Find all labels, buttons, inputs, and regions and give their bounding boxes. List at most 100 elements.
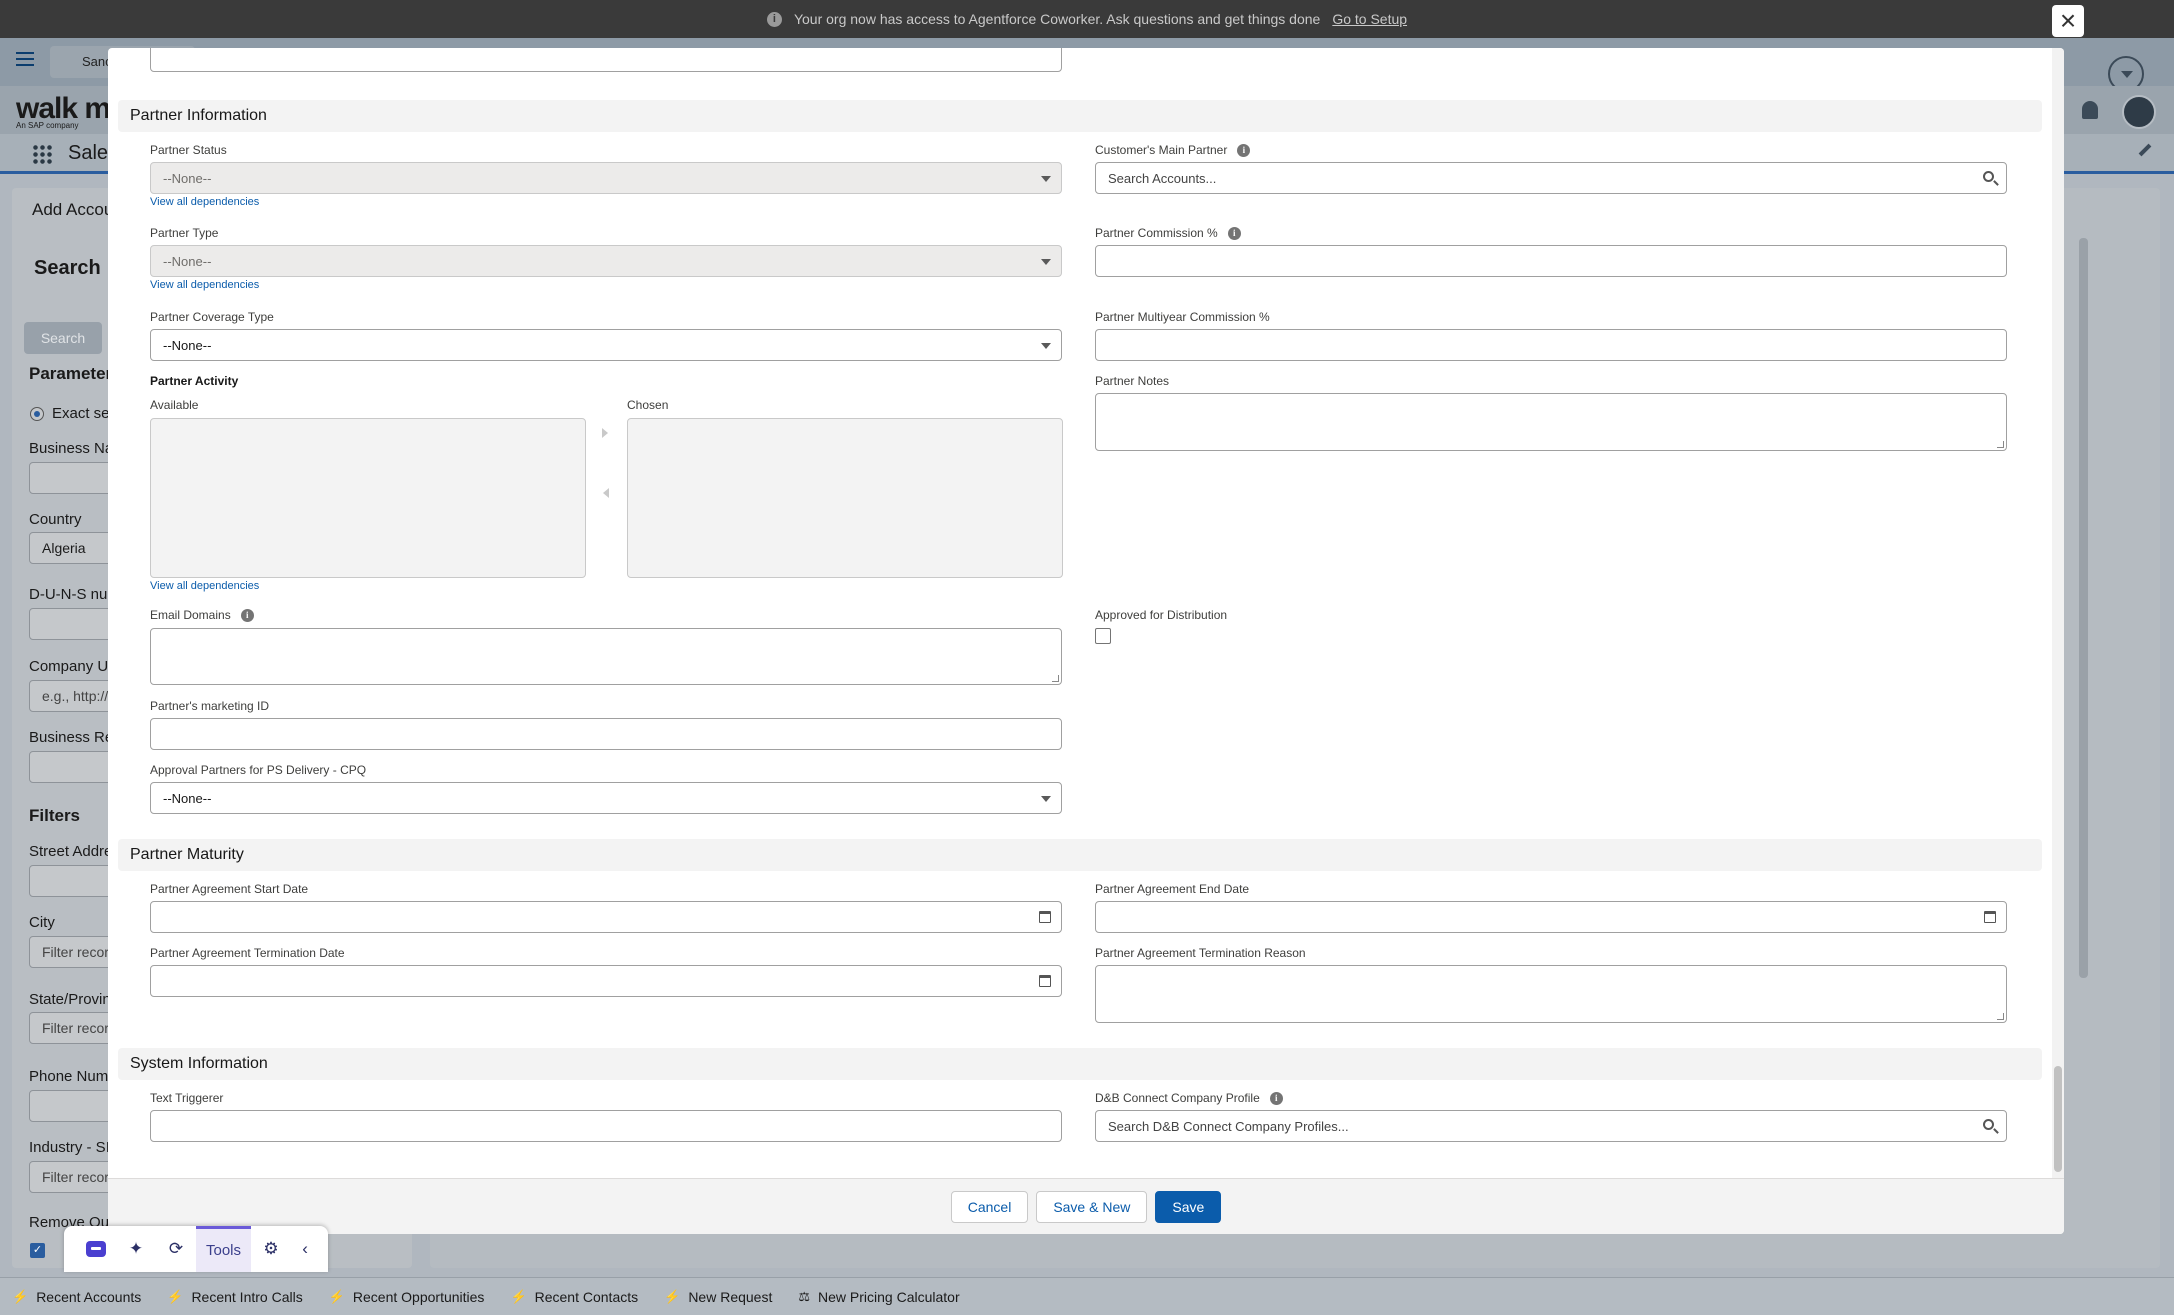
refresh-icon[interactable]: ⟳ — [156, 1229, 196, 1269]
available-listbox[interactable] — [150, 418, 586, 578]
collapse-icon[interactable]: ‹ — [291, 1229, 319, 1269]
go-to-setup-link[interactable]: Go to Setup — [1332, 11, 1407, 27]
modal-footer: Cancel Save & New Save — [108, 1178, 2064, 1234]
lightning-icon: ⚡ — [12, 1288, 29, 1304]
search-icon — [1983, 1119, 1994, 1130]
info-icon[interactable]: i — [1237, 143, 1251, 157]
save-and-new-button[interactable]: Save & New — [1036, 1190, 1148, 1223]
email-domains-label: Email Domains i — [150, 608, 254, 622]
info-icon[interactable]: i — [240, 608, 254, 622]
modal-body: Partner Information Partner Status --Non… — [108, 48, 2064, 1178]
street-label: Street Addre — [29, 843, 113, 860]
app-launcher-icon[interactable] — [32, 144, 52, 164]
cancel-button[interactable]: Cancel — [950, 1190, 1029, 1223]
utility-item-recent-opportunities[interactable]: ⚡ Recent Opportunities — [329, 1289, 485, 1305]
section-system-information[interactable]: System Information — [118, 1048, 2042, 1080]
text-triggerer-input[interactable] — [150, 1110, 1062, 1142]
industry-label: Industry - SI — [29, 1139, 110, 1156]
chat-icon[interactable] — [76, 1229, 116, 1269]
business-name-label: Business Na — [29, 440, 114, 457]
dnb-profile-label: D&B Connect Company Profile i — [1095, 1091, 1283, 1105]
available-label: Available — [150, 398, 199, 412]
modal-close-icon[interactable]: × — [2052, 5, 2084, 37]
modal-scrollbar-thumb[interactable] — [2054, 1066, 2062, 1172]
modal-scrollbar-track[interactable] — [2052, 48, 2064, 1178]
partner-status-label: Partner Status — [150, 143, 227, 157]
utility-item-new-pricing-calculator[interactable]: ⚖ New Pricing Calculator — [798, 1289, 959, 1305]
save-button[interactable]: Save — [1155, 1190, 1222, 1223]
view-all-dependencies-link[interactable]: View all dependencies — [150, 196, 259, 208]
utility-item-new-request[interactable]: ⚡ New Request — [664, 1289, 772, 1305]
chevron-down-icon — [1041, 796, 1051, 802]
agreement-termination-date-input[interactable] — [150, 965, 1062, 997]
calendar-icon[interactable] — [1984, 911, 1996, 923]
bell-icon[interactable] — [2082, 101, 2098, 119]
phone-label: Phone Numb — [29, 1068, 117, 1085]
panel-title: Add Accou — [32, 200, 114, 219]
text-triggerer-label: Text Triggerer — [150, 1091, 224, 1105]
search-button[interactable]: Search — [24, 322, 102, 354]
partner-coverage-type-select[interactable]: --None-- — [150, 329, 1062, 361]
agreement-start-date-input[interactable] — [150, 901, 1062, 933]
section-partner-information[interactable]: Partner Information — [118, 100, 2042, 132]
notification-banner: i Your org now has access to Agentforce … — [0, 0, 2174, 38]
email-domains-textarea[interactable] — [150, 628, 1062, 685]
partner-notes-textarea[interactable] — [1095, 393, 2007, 451]
move-right-icon[interactable] — [602, 428, 608, 438]
utility-item-recent-accounts[interactable]: ⚡ Recent Accounts — [12, 1289, 141, 1305]
info-icon[interactable]: i — [1227, 226, 1241, 240]
tools-tab[interactable]: Tools — [196, 1226, 252, 1272]
filters-heading: Filters — [29, 806, 81, 825]
partner-multiyear-commission-label: Partner Multiyear Commission % — [1095, 310, 1270, 324]
customers-main-partner-search[interactable]: Search Accounts... — [1095, 162, 2007, 194]
utility-bar: ⚡ Recent Accounts ⚡ Recent Intro Calls ⚡ Re… — [0, 1277, 2174, 1315]
lightning-icon: ⚡ — [167, 1288, 184, 1304]
background-scrollbar[interactable] — [2079, 238, 2088, 978]
info-icon[interactable]: i — [1269, 1091, 1283, 1105]
view-all-dependencies-link[interactable]: View all dependencies — [150, 279, 259, 291]
avatar[interactable] — [2122, 95, 2156, 129]
partner-multiyear-commission-input[interactable] — [1095, 329, 2007, 361]
exact-search-radio[interactable] — [30, 407, 44, 421]
calendar-icon[interactable] — [1039, 975, 1051, 987]
approved-for-distribution-checkbox[interactable] — [1095, 628, 1111, 644]
move-left-icon[interactable] — [603, 488, 609, 498]
new-account-modal: Partner Information Partner Status --Non… — [108, 48, 2064, 1234]
previous-field-input[interactable] — [150, 48, 1062, 72]
lightning-icon: ⚡ — [664, 1288, 681, 1304]
lightning-icon: ⚡ — [510, 1288, 527, 1304]
search-icon — [1983, 171, 1994, 182]
magic-wand-icon[interactable]: ✦ — [116, 1229, 156, 1269]
company-url-label: Company UF — [29, 658, 118, 675]
agreement-termination-reason-label: Partner Agreement Termination Reason — [1095, 946, 1306, 960]
section-partner-maturity[interactable]: Partner Maturity — [118, 839, 2042, 871]
approval-partners-ps-label: Approval Partners for PS Delivery - CPQ — [150, 763, 367, 777]
calculator-icon: ⚖ — [798, 1288, 811, 1304]
agreement-end-date-label: Partner Agreement End Date — [1095, 882, 1250, 896]
agreement-termination-reason-textarea[interactable] — [1095, 965, 2007, 1023]
city-label: City — [29, 914, 55, 931]
partners-marketing-id-input[interactable] — [150, 718, 1062, 750]
utility-item-recent-contacts[interactable]: ⚡ Recent Contacts — [510, 1289, 638, 1305]
duns-label: D-U-N-S nu — [29, 586, 108, 603]
agreement-end-date-input[interactable] — [1095, 901, 2007, 933]
lightning-icon: ⚡ — [328, 1288, 345, 1304]
partner-type-select[interactable]: --None-- — [150, 245, 1062, 277]
chevron-down-icon — [1041, 259, 1051, 265]
partner-notes-label: Partner Notes — [1095, 374, 1170, 388]
utility-item-recent-intro-calls[interactable]: ⚡ Recent Intro Calls — [167, 1289, 302, 1305]
chosen-listbox[interactable] — [627, 418, 1063, 578]
remove-checkbox[interactable]: ✓ — [30, 1243, 45, 1258]
walkme-toolbar: ✦ ⟳ Tools ⚙ ‹ — [64, 1226, 328, 1272]
dnb-profile-search[interactable]: Search D&B Connect Company Profiles... — [1095, 1110, 2007, 1142]
calendar-icon[interactable] — [1039, 911, 1051, 923]
parameters-heading: Parameter — [29, 364, 113, 383]
partner-status-select[interactable]: --None-- — [150, 162, 1062, 194]
hamburger-menu-icon[interactable] — [16, 52, 34, 66]
sliders-icon[interactable]: ⚙ — [251, 1229, 291, 1269]
view-all-dependencies-link[interactable]: View all dependencies — [150, 580, 259, 592]
partner-coverage-type-label: Partner Coverage Type — [150, 310, 274, 324]
partner-activity-label: Partner Activity — [150, 374, 239, 388]
partner-commission-input[interactable] — [1095, 245, 2007, 277]
approval-partners-ps-select[interactable]: --None-- — [150, 782, 1062, 814]
